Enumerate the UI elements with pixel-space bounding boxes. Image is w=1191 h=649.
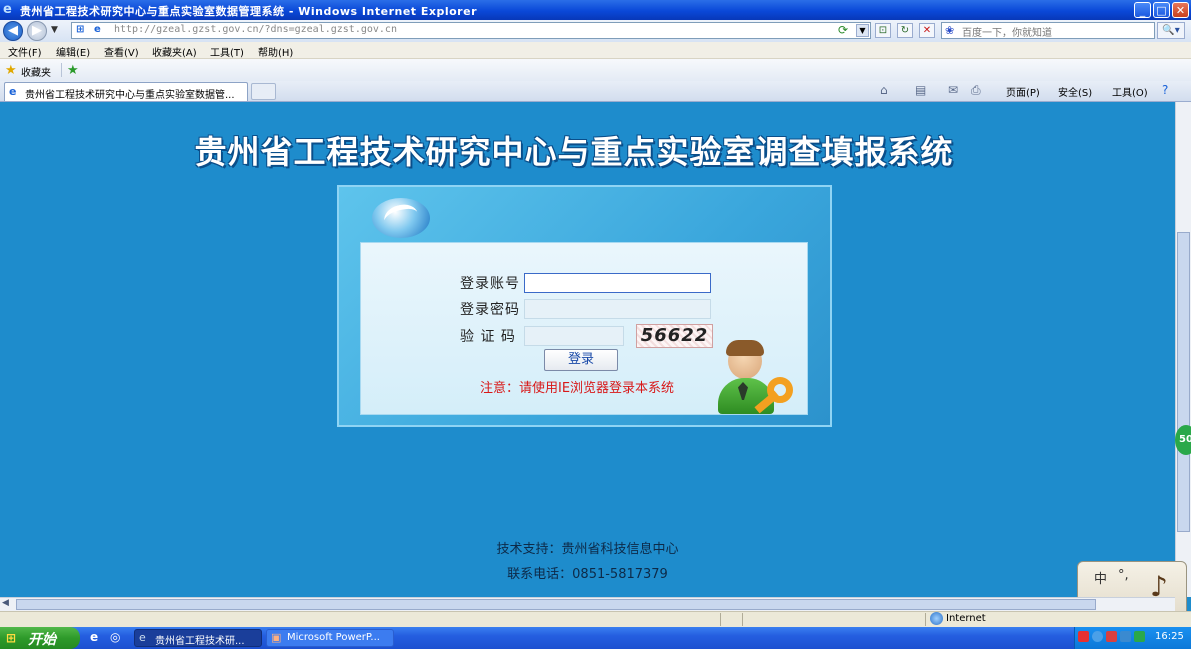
menu-file[interactable]: 文件(F): [8, 44, 42, 59]
tray-network-icon[interactable]: [1092, 631, 1103, 642]
refresh-icon[interactable]: ↻: [897, 23, 913, 38]
taskbar-item-powerpoint[interactable]: ▣ Microsoft PowerP...: [266, 629, 394, 647]
tools-menu[interactable]: 工具(O): [1112, 84, 1148, 99]
powerpoint-icon: ▣: [271, 631, 282, 644]
horizontal-scrollbar[interactable]: ◀: [0, 597, 1175, 612]
minimize-button[interactable]: _: [1134, 2, 1151, 18]
tab-row: e 贵州省工程技术研究中心与重点实验室数据管... ⌂ ▤ ✉ ⎙ 页面(P) …: [0, 81, 1191, 102]
vertical-scroll-thumb[interactable]: [1177, 232, 1190, 532]
tab-ie-icon: e: [9, 85, 17, 98]
internet-zone-icon: [930, 612, 943, 625]
tech-support-text: 技术支持：贵州省科技信息中心: [496, 542, 679, 557]
divider: [742, 613, 743, 626]
system-clock: 16:25: [1155, 631, 1184, 642]
baidu-icon: ❀: [945, 24, 955, 37]
forward-button[interactable]: ▶: [27, 21, 47, 41]
captcha-label: 验 证 码: [460, 329, 516, 345]
captcha-input[interactable]: [524, 326, 624, 346]
mail-icon[interactable]: ✉: [948, 83, 958, 97]
maximize-button[interactable]: □: [1153, 2, 1170, 18]
taskbar-item-label: 贵州省工程技术研...: [155, 636, 245, 647]
address-toolbar: ◀ ▶ ▼ ⊞ e http://gzeal.gzst.gov.cn/?dns=…: [0, 20, 1191, 42]
close-window-button[interactable]: ✕: [1172, 2, 1189, 18]
menu-view[interactable]: 查看(V): [104, 44, 139, 59]
address-dropdown-icon[interactable]: ▼: [856, 24, 869, 37]
tray-monitor-icon[interactable]: [1120, 631, 1131, 642]
vertical-scrollbar[interactable]: [1175, 102, 1191, 597]
taskbar-item-label: Microsoft PowerP...: [287, 632, 380, 643]
ie-logo-icon: e: [3, 2, 12, 17]
tray-shield-icon[interactable]: [1134, 631, 1145, 642]
taskbar-item-ie[interactable]: e 贵州省工程技术研...: [134, 629, 262, 647]
quicklaunch-ie-icon[interactable]: e: [90, 630, 98, 644]
ime-chinese-mode[interactable]: 中: [1094, 568, 1107, 587]
menu-help[interactable]: 帮助(H): [258, 44, 293, 59]
side-float-badge[interactable]: 50: [1175, 425, 1191, 455]
password-label: 登录密码: [460, 302, 520, 318]
start-label: 开始: [28, 632, 56, 648]
menu-edit[interactable]: 编辑(E): [56, 44, 90, 59]
quicklaunch-browser-icon[interactable]: ◎: [110, 630, 120, 644]
menu-favorites[interactable]: 收藏夹(A): [152, 44, 197, 59]
compat-view-icon[interactable]: ⊡: [875, 23, 891, 38]
feeds-icon[interactable]: ▤: [915, 83, 926, 97]
menu-bar: 文件(F) 编辑(E) 查看(V) 收藏夹(A) 工具(T) 帮助(H): [0, 42, 1191, 59]
contact-phone-text: 联系电话：0851-5817379: [507, 567, 668, 582]
horizontal-scroll-thumb[interactable]: [16, 599, 1096, 610]
security-zone-label: Internet: [946, 613, 986, 624]
back-button[interactable]: ◀: [3, 21, 23, 41]
page-menu[interactable]: 页面(P): [1006, 84, 1040, 99]
user-hair: [726, 340, 764, 356]
page-ie-icon: e: [94, 24, 101, 35]
system-tray: 16:25: [1074, 627, 1191, 649]
url-text: http://gzeal.gzst.gov.cn/?dns=gzeal.gzst…: [114, 24, 397, 35]
menu-tools[interactable]: 工具(T): [210, 44, 244, 59]
window-title-bar[interactable]: e 贵州省工程技术研究中心与重点实验室数据管理系统 - Windows Inte…: [0, 0, 1191, 20]
captcha-image[interactable]: 56622: [636, 324, 713, 348]
help-icon[interactable]: ?: [1162, 83, 1168, 97]
print-icon[interactable]: ⎙: [971, 83, 981, 98]
new-tab-button[interactable]: [251, 83, 276, 100]
recent-pages-dropdown-icon[interactable]: ▼: [51, 25, 58, 35]
compatibility-icon[interactable]: ⟳: [838, 23, 848, 37]
ie-icon: e: [139, 631, 146, 644]
favorites-star-icon[interactable]: ★: [5, 63, 17, 78]
scroll-left-icon[interactable]: ◀: [2, 598, 9, 608]
taskbar: ⊞ 开始 e ◎ e 贵州省工程技术研... ▣ Microsoft Power…: [0, 627, 1191, 649]
safety-menu[interactable]: 安全(S): [1058, 84, 1092, 99]
system-title: 贵州省工程技术研究中心与重点实验室调查填报系统: [194, 133, 954, 171]
favorites-button[interactable]: 收藏夹: [21, 64, 51, 79]
tab-label: 贵州省工程技术研究中心与重点实验室数据管...: [25, 90, 235, 101]
login-button[interactable]: 登录: [544, 349, 618, 371]
password-input[interactable]: [524, 299, 711, 319]
tab-current[interactable]: e 贵州省工程技术研究中心与重点实验室数据管...: [4, 82, 248, 101]
status-bar: Internet: [0, 611, 1191, 628]
favorites-bar: ★ 收藏夹 ★: [0, 59, 1191, 81]
divider: [925, 613, 926, 626]
ime-punct-mode[interactable]: °,: [1118, 568, 1129, 583]
home-icon[interactable]: ⌂: [880, 83, 888, 97]
tray-antivirus-icon[interactable]: [1106, 631, 1117, 642]
key-icon: [767, 377, 793, 403]
account-input[interactable]: [524, 273, 711, 293]
divider: [61, 63, 62, 77]
search-box[interactable]: ❀ 百度一下，你就知道: [941, 22, 1155, 39]
new-tab-plus-icon: ⊞: [76, 24, 85, 35]
account-label: 登录账号: [460, 276, 520, 292]
divider: [720, 613, 721, 626]
start-button[interactable]: ⊞ 开始: [0, 627, 80, 649]
add-favorite-icon[interactable]: ★: [67, 63, 79, 78]
address-bar[interactable]: ⊞ e http://gzeal.gzst.gov.cn/?dns=gzeal.…: [71, 22, 871, 39]
search-button[interactable]: 🔍▾: [1157, 22, 1185, 39]
window-title: 贵州省工程技术研究中心与重点实验室数据管理系统 - Windows Intern…: [20, 5, 477, 18]
stop-icon[interactable]: ✕: [919, 23, 935, 38]
tray-sogou-icon[interactable]: [1078, 631, 1089, 642]
browser-notice: 注意：请使用IE浏览器登录本系统: [480, 381, 675, 396]
search-placeholder: 百度一下，你就知道: [962, 28, 1052, 39]
windows-logo-icon: ⊞: [6, 631, 17, 645]
